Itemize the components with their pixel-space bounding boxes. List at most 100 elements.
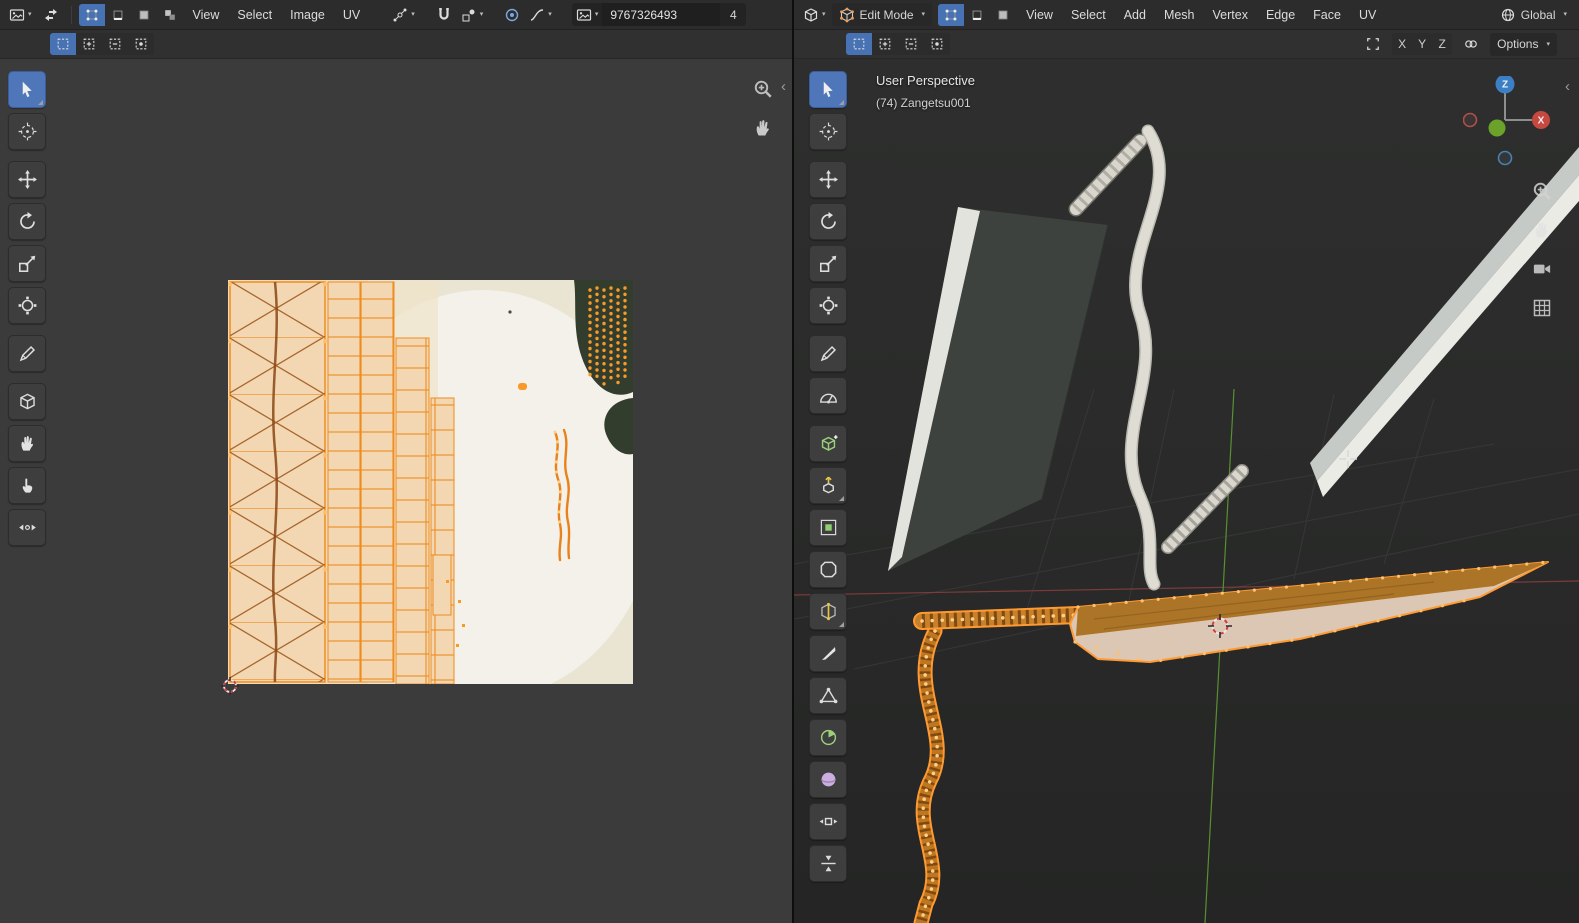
uv-select-face-button[interactable] [130, 3, 157, 26]
snap-target-dropdown[interactable]: ▾ [456, 3, 488, 26]
tool-pinch[interactable] [8, 509, 46, 546]
tool-cursor[interactable] [809, 113, 847, 150]
uv-menu-uv[interactable]: UV [335, 4, 368, 26]
menu-view[interactable]: View [1018, 4, 1061, 26]
pivot-point-dropdown[interactable]: ▾ [388, 4, 419, 26]
tool-extrude-region[interactable] [809, 467, 847, 504]
select-mode-extend-button[interactable] [76, 33, 102, 55]
navigation-axis-gizmo[interactable]: Z X [1463, 76, 1551, 168]
uv-sync-selection-toggle[interactable] [38, 4, 64, 26]
tool-cursor[interactable] [8, 113, 46, 150]
select-mode-intersect-button[interactable] [128, 33, 154, 55]
image-name-field[interactable]: 9767326493 [602, 3, 721, 26]
uv-texture-image[interactable] [228, 280, 633, 684]
tool-add-cube[interactable] [809, 425, 847, 462]
tool-measure[interactable] [809, 377, 847, 414]
tool-move[interactable] [809, 161, 847, 198]
zoom-icon[interactable] [1531, 180, 1553, 202]
uv-menu-view[interactable]: View [185, 4, 228, 26]
tool-edge-slide[interactable] [809, 803, 847, 840]
menu-face[interactable]: Face [1305, 4, 1349, 26]
tool-bevel[interactable] [809, 551, 847, 588]
uv-island-bricks-2[interactable] [395, 337, 430, 684]
editor-type-button[interactable]: ▾ [5, 4, 36, 26]
magnet-icon [436, 7, 452, 23]
face-mode-button[interactable] [990, 3, 1017, 26]
tool-grab[interactable] [8, 383, 46, 420]
tool-annotate[interactable] [809, 335, 847, 372]
tool-scale[interactable] [809, 245, 847, 282]
tool-rotate[interactable] [8, 203, 46, 240]
menu-vertex[interactable]: Vertex [1205, 4, 1256, 26]
ortho-toggle-icon[interactable] [1531, 297, 1553, 319]
tool-inset-faces[interactable] [809, 509, 847, 546]
selected-sword-mesh[interactable] [913, 560, 1550, 923]
tool-shrink-fatten[interactable] [809, 845, 847, 882]
menu-mesh[interactable]: Mesh [1156, 4, 1203, 26]
editor-type-button[interactable]: ▾ [799, 4, 830, 26]
tool-transform[interactable] [809, 287, 847, 324]
menu-add[interactable]: Add [1116, 4, 1154, 26]
menu-edge[interactable]: Edge [1258, 4, 1303, 26]
axis-x-neg-ball[interactable] [1463, 112, 1478, 128]
tool-select-box[interactable] [8, 71, 46, 108]
tool-smooth[interactable] [809, 761, 847, 798]
proportional-editing-toggle[interactable] [499, 3, 526, 26]
image-browse-dropdown[interactable]: ▾ [571, 3, 603, 26]
uv-sidebar-toggle[interactable]: ‹ [781, 79, 786, 94]
transform-orientation-dropdown[interactable]: Global ▾ [1493, 3, 1574, 26]
scale-icon [18, 254, 37, 273]
pan-hand-icon[interactable] [1531, 219, 1553, 241]
menu-uv[interactable]: UV [1351, 4, 1384, 26]
uv-select-vertex-button[interactable] [78, 3, 105, 26]
zoom-icon[interactable] [752, 78, 774, 100]
uv-select-island-button[interactable] [156, 3, 183, 26]
scene-3d[interactable] [794, 59, 1579, 923]
tool-relax[interactable] [8, 467, 46, 504]
cleaver-sword-mesh[interactable] [888, 133, 1148, 571]
tool-loop-cut[interactable] [809, 593, 847, 630]
axis-z-neg-ball[interactable] [1497, 150, 1513, 166]
mirror-z-toggle[interactable]: Z [1432, 33, 1453, 55]
uv-menu-image[interactable]: Image [282, 4, 333, 26]
tool-select-box[interactable] [809, 71, 847, 108]
select-mode-extend-button[interactable] [872, 33, 898, 55]
tool-spin[interactable] [809, 719, 847, 756]
select-mode-subtract-button[interactable] [102, 33, 128, 55]
mirror-y-toggle[interactable]: Y [1412, 33, 1433, 55]
snap-toggle[interactable] [430, 3, 457, 26]
axis-y-ball[interactable] [1488, 119, 1506, 137]
tool-knife[interactable] [809, 635, 847, 672]
options-dropdown[interactable]: Options ▾ [1490, 32, 1557, 56]
cloth-sash-mesh[interactable] [1124, 124, 1166, 591]
select-mode-subtract-button[interactable] [898, 33, 924, 55]
viewport-sidebar-toggle[interactable]: ‹ [1565, 79, 1570, 94]
tool-sculpt-grab[interactable] [8, 425, 46, 462]
uv-select-edge-button[interactable] [104, 3, 131, 26]
select-mode-new-button[interactable] [846, 33, 872, 55]
image-users-count-button[interactable]: 4 [720, 3, 747, 26]
camera-view-icon[interactable] [1531, 258, 1553, 280]
uv-island-bricks-3[interactable] [430, 397, 455, 684]
tool-rotate[interactable] [809, 203, 847, 240]
uv-island-bricks-1[interactable] [327, 281, 395, 683]
tool-scale[interactable] [8, 245, 46, 282]
select-mode-new-button[interactable] [50, 33, 76, 55]
tool-transform[interactable] [8, 287, 46, 324]
pan-hand-icon[interactable] [752, 117, 774, 139]
mirror-x-toggle[interactable]: X [1392, 33, 1413, 55]
tool-annotate[interactable] [8, 335, 46, 372]
menu-select[interactable]: Select [1063, 4, 1114, 26]
tool-poly-build[interactable] [809, 677, 847, 714]
tool-move[interactable] [8, 161, 46, 198]
uv-island-lattice[interactable] [228, 281, 327, 684]
uv-menu-select[interactable]: Select [229, 4, 280, 26]
mode-dropdown[interactable]: Edit Mode ▾ [831, 3, 933, 26]
proportional-falloff-dropdown[interactable]: ▾ [525, 3, 556, 26]
edge-mode-button[interactable] [964, 3, 991, 26]
transform-corners-button[interactable] [1360, 33, 1386, 55]
editor-divider[interactable] [792, 0, 794, 923]
select-mode-intersect-button[interactable] [924, 33, 950, 55]
snap-overlap-button[interactable] [1458, 33, 1484, 55]
vertex-mode-button[interactable] [938, 3, 965, 26]
